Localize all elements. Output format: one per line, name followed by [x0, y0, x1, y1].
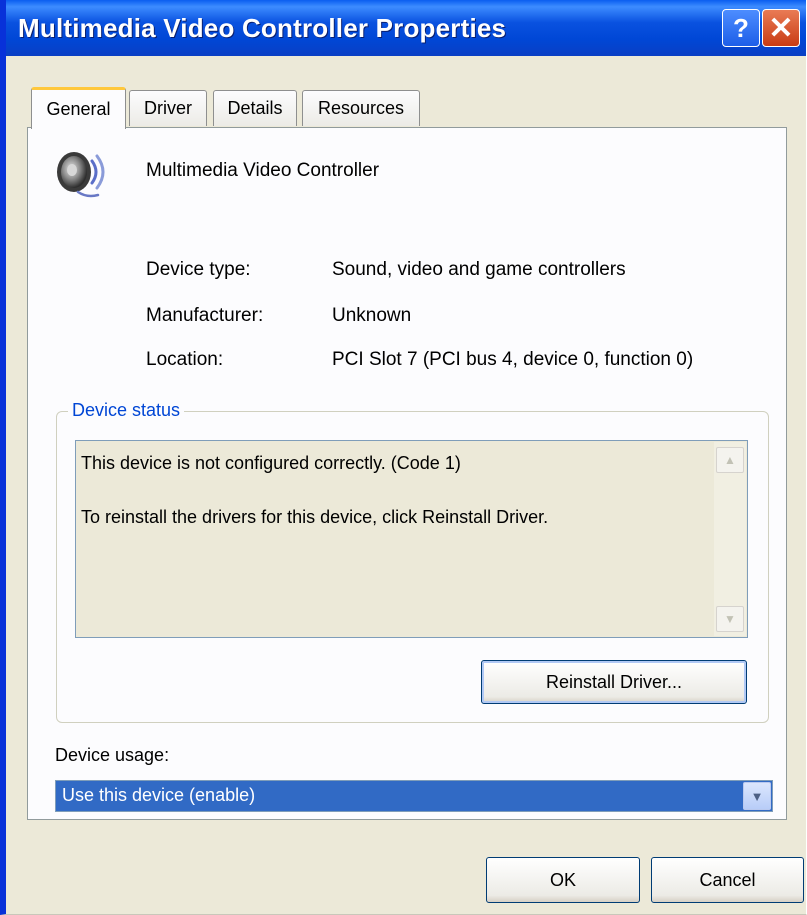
window-title: Multimedia Video Controller Properties — [18, 13, 507, 43]
ok-button[interactable]: OK — [486, 857, 640, 903]
status-instruction: To reinstall the drivers for this device… — [81, 507, 549, 527]
device-status-title: Device status — [68, 400, 185, 421]
tab-details[interactable]: Details — [213, 90, 297, 126]
manufacturer-label: Manufacturer: — [146, 305, 264, 326]
status-message: This device is not configured correctly.… — [81, 453, 461, 473]
title-bar[interactable]: Multimedia Video Controller Properties ?… — [6, 0, 806, 56]
tab-driver[interactable]: Driver — [129, 90, 207, 126]
location-label: Location: — [146, 349, 224, 370]
help-button[interactable]: ? — [722, 9, 760, 47]
location-value: PCI Slot 7 (PCI bus 4, device 0, functio… — [332, 349, 694, 370]
reinstall-driver-button[interactable]: Reinstall Driver... — [481, 660, 747, 704]
device-usage-value: Use this device (enable) — [62, 785, 256, 805]
tab-general[interactable]: General — [31, 87, 126, 129]
device-usage-label: Device usage: — [55, 745, 170, 765]
close-button[interactable]: ✕ — [762, 9, 800, 47]
speaker-icon — [57, 152, 105, 198]
close-icon: ✕ — [768, 11, 794, 45]
help-icon: ? — [733, 12, 749, 43]
cancel-button[interactable]: Cancel — [651, 857, 804, 903]
device-usage-select[interactable]: Use this device (enable) ▼ — [55, 780, 773, 812]
device-type-value: Sound, video and game controllers — [332, 259, 626, 280]
scroll-up-icon[interactable]: ▲ — [716, 447, 744, 473]
device-type-label: Device type: — [146, 259, 251, 280]
chevron-down-icon[interactable]: ▼ — [743, 782, 771, 810]
manufacturer-value: Unknown — [332, 305, 412, 326]
scroll-down-icon[interactable]: ▼ — [716, 606, 744, 632]
device-name: Multimedia Video Controller — [146, 160, 380, 181]
tab-resources[interactable]: Resources — [302, 90, 420, 126]
